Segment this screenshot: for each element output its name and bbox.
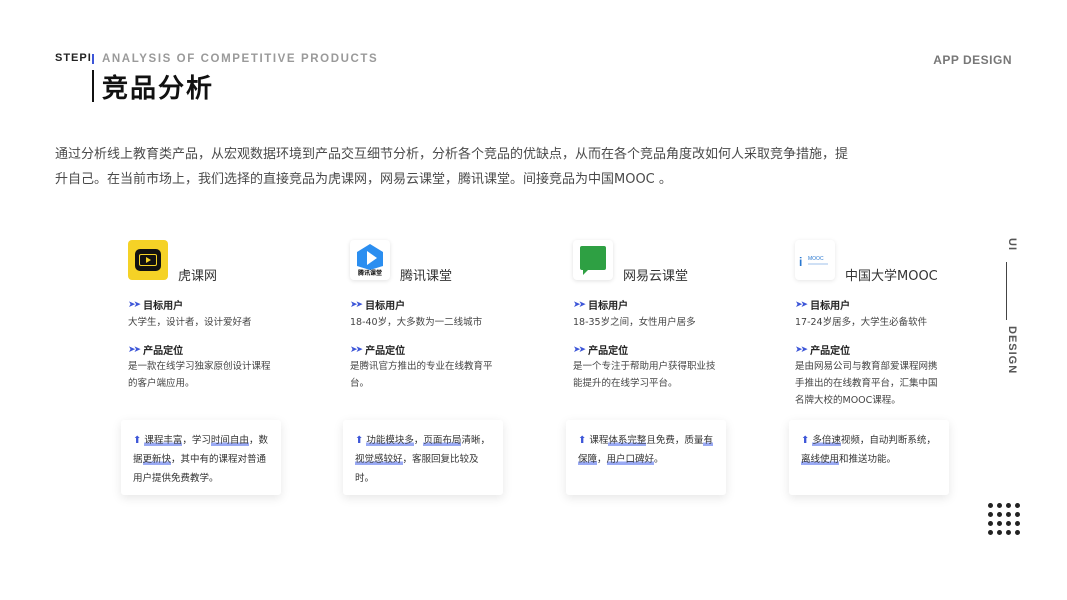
product-card-huke: 虎课网 ➤➤ 目标用户 大学生，设计者，设计爱好者 ➤➤ 产品定位 是一款在线学习独… [128, 240, 293, 389]
summary-box-wangyi: ⬆ 课程体系完整且免费，质量有保障，用户口碑好。 [566, 420, 726, 495]
huke-logo-icon [128, 240, 168, 280]
highlight-phrase: 时间自由 [210, 435, 249, 446]
product-position-text: 是一个专注于帮助用户获得职业技能提升的在线学习平台。 [573, 361, 716, 389]
summary-text: ，学习 [182, 435, 211, 446]
side-label-line [1006, 262, 1007, 320]
target-user-text: 17-24岁居多，大学生必备软件 [795, 317, 928, 328]
up-arrow-icon: ⬆ [801, 435, 810, 446]
target-user-heading: ➤➤ 目标用户 [350, 299, 406, 313]
summary-box-mooc: ⬆ 多倍速视频，自动判断系统，离线使用和推送功能。 [789, 420, 949, 495]
highlight-phrase: 离线使用 [801, 454, 840, 465]
highlight-phrase: 更新快 [142, 454, 172, 465]
product-position-text: 是腾讯官方推出的专业在线教育平台。 [350, 361, 493, 389]
target-user-heading: ➤➤ 目标用户 [795, 299, 851, 313]
double-arrow-icon: ➤➤ [350, 344, 363, 355]
summary-text: ， [597, 454, 607, 465]
product-position-heading: ➤➤ 产品定位 [795, 344, 851, 358]
summary-box-huke: ⬆ 课程丰富，学习时间自由，数据更新快，其中有的课程对普通用户提供免费教学。 [121, 420, 281, 495]
highlight-phrase: 课程丰富 [144, 435, 183, 446]
double-arrow-icon: ➤➤ [350, 299, 363, 310]
target-user-text: 大学生，设计者，设计爱好者 [128, 317, 252, 328]
highlight-phrase: 用户口碑好 [606, 454, 655, 465]
up-arrow-icon: ⬆ [578, 435, 587, 446]
target-user-heading: ➤➤ 目标用户 [573, 299, 629, 313]
product-position-text: 是由网易公司与教育部爱课程网携手推出的在线教育平台，汇集中国名牌大校的MOOC课… [795, 361, 938, 406]
product-card-tengxun: 腾讯课堂 腾讯课堂 ➤➤ 目标用户 18-40岁，大多数为一二线城市 ➤➤ 产品定位… [350, 240, 515, 389]
app-design-label: APP DESIGN [933, 53, 1012, 67]
product-card-wangyi: 网易云课堂 ➤➤ 目标用户 18-35岁之间，女性用户居多 ➤➤ 产品定位 是一个专… [573, 240, 738, 389]
double-arrow-icon: ➤➤ [128, 344, 141, 355]
double-arrow-icon: ➤➤ [128, 299, 141, 310]
product-card-mooc: i MOOC 中国大学MOOC ➤➤ 目标用户 17-24岁居多，大学生必备软件 ➤… [795, 240, 960, 406]
section-subtitle: ANALYSIS OF COMPETITIVE PRODUCTS [102, 53, 379, 65]
summary-box-tengxun: ⬆ 功能模块多，页面布局清晰，视觉感较好，客服回复比较及时。 [343, 420, 503, 495]
side-label-top: UI [1006, 238, 1018, 251]
highlight-phrase: 多倍速 [812, 435, 841, 446]
product-position-text: 是一款在线学习独家原创设计课程的客户端应用。 [128, 361, 271, 389]
intro-line-1: 通过分析线上教育类产品，从宏观数据环境到产品交互细节分析，分析各个竞品的优缺点，… [55, 147, 849, 162]
summary-text: 清晰， [461, 435, 490, 446]
summary-text: 和推送功能。 [839, 454, 897, 465]
highlight-phrase: 视觉感较好 [355, 454, 403, 465]
product-position-heading: ➤➤ 产品定位 [350, 344, 406, 358]
up-arrow-icon: ⬆ [355, 435, 364, 446]
summary-text: 课程 [589, 435, 609, 446]
product-name: 中国大学MOOC [845, 269, 938, 284]
intro-paragraph: 通过分析线上教育类产品，从宏观数据环境到产品交互细节分析，分析各个竞品的优缺点，… [55, 142, 895, 192]
up-arrow-icon: ⬆ [133, 435, 142, 446]
title-accent-line [92, 70, 94, 102]
double-arrow-icon: ➤➤ [573, 344, 586, 355]
step-label: STEPI [55, 52, 92, 64]
step-divider [92, 54, 94, 64]
mooc-logo-icon: i MOOC [795, 240, 835, 280]
double-arrow-icon: ➤➤ [795, 299, 808, 310]
product-name: 虎课网 [178, 269, 218, 284]
summary-text: ， [413, 435, 424, 446]
highlight-phrase: 功能模块多 [366, 435, 414, 446]
product-position-heading: ➤➤ 产品定位 [573, 344, 629, 358]
page-title: 竞品分析 [102, 74, 215, 104]
product-position-heading: ➤➤ 产品定位 [128, 344, 184, 358]
product-name: 网易云课堂 [623, 269, 689, 284]
double-arrow-icon: ➤➤ [573, 299, 586, 310]
intro-line-2: 升自己。在当前市场上，我们选择的直接竞品为虎课网，网易云课堂，腾讯课堂。间接竞品… [55, 172, 672, 187]
double-arrow-icon: ➤➤ [795, 344, 808, 355]
summary-text: 且免费，质量 [646, 435, 704, 446]
side-label-bottom: DESIGN [1006, 326, 1018, 375]
highlight-phrase: 页面布局 [423, 435, 462, 446]
target-user-heading: ➤➤ 目标用户 [128, 299, 184, 313]
target-user-text: 18-35岁之间，女性用户居多 [573, 317, 696, 328]
tengxun-logo-icon: 腾讯课堂 [350, 240, 390, 280]
summary-text: 视频，自动判断系统， [840, 435, 936, 446]
dot-grid-decoration [988, 503, 1020, 535]
product-name: 腾讯课堂 [400, 269, 453, 284]
wangyi-logo-icon [573, 240, 613, 280]
highlight-phrase: 体系完整 [608, 435, 647, 446]
vertical-side-label: UI DESIGN [996, 238, 1018, 374]
summary-text: 。 [654, 454, 664, 465]
target-user-text: 18-40岁，大多数为一二线城市 [350, 317, 483, 328]
